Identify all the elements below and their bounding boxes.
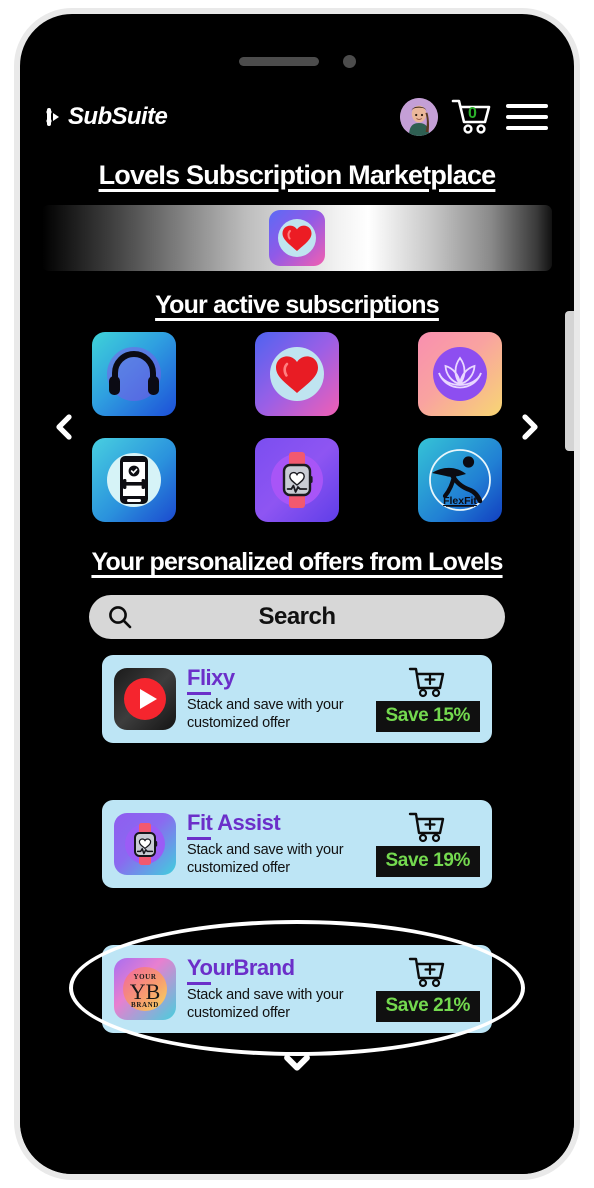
heart-icon [270,347,324,401]
subscription-tile-loveis[interactable] [255,332,339,416]
offer-description: Stack and save with your customized offe… [187,841,344,876]
brand-logo[interactable]: SubSuite [46,103,168,131]
offer-card-fit-assist[interactable]: Fit Assist Stack and save with your cust… [102,800,492,888]
phone-notch [20,50,574,72]
subscription-tile-flexfit[interactable]: FlexFit [418,438,502,522]
flexfit-wordmark: FlexFit [443,495,477,507]
offer-card-yourbrand[interactable]: YOUR YB BRAND YourBrand Stack and save w… [69,920,525,1056]
subscription-tile-music[interactable] [92,332,176,416]
offer-description: Stack and save with your customized offe… [187,696,344,731]
offers-list: Flixy Stack and save with your customize… [42,655,552,1056]
offer-text-yourbrand: YourBrand Stack and save with your custo… [187,956,365,1022]
heart-app-icon [278,219,316,257]
offer-text-fit-assist: Fit Assist Stack and save with your cust… [187,811,365,877]
section-title-active-subscriptions: Your active subscriptions [155,291,440,319]
subscription-tile-smartwatch[interactable] [255,438,339,522]
chevron-down-icon [284,1054,310,1071]
search-input[interactable]: Search [89,595,505,639]
avatar[interactable] [400,98,438,136]
phone-dumbbell-icon [107,453,161,507]
offer-title: YourBrand [187,954,295,980]
chevron-left-icon [56,414,72,440]
save-badge: Save 21% [375,991,480,1022]
offer-icon-yourbrand: YOUR YB BRAND [114,958,176,1020]
hamburger-menu-icon[interactable] [506,104,548,130]
smartwatch-heart-icon [271,452,323,508]
title-underline [187,691,211,695]
offer-text-flixy: Flixy Stack and save with your customize… [187,666,365,732]
subsuite-logo-icon [46,108,59,126]
title-underline [187,836,211,840]
offer-actions-flixy: Save 15% [375,666,480,732]
add-to-cart-icon[interactable] [407,666,449,698]
offer-icon-fit-assist [114,813,176,875]
save-badge: Save 15% [375,701,480,732]
show-more-button[interactable] [42,1045,552,1079]
offer-card-flixy[interactable]: Flixy Stack and save with your customize… [102,655,492,743]
yb-bottom-text: BRAND [131,1001,159,1009]
menu-line [506,115,548,119]
search-placeholder: Search [258,603,336,630]
page-title: LoveIs Subscription Marketplace [98,160,497,190]
subscription-tile-zen[interactable] [418,332,502,416]
smartwatch-heart-icon [125,823,165,865]
chevron-right-icon [522,414,538,440]
subscriptions-carousel: FlexFit [42,332,552,522]
play-button-icon [124,678,166,720]
add-to-cart-icon[interactable] [407,811,449,843]
brand-name: SubSuite [68,103,168,130]
offer-actions-yourbrand: Save 21% [375,956,480,1022]
subscription-apps-grid: FlexFit [86,332,508,522]
cart-count-badge: 0 [468,105,477,122]
front-camera [342,54,356,68]
phone-side-button[interactable] [565,311,574,451]
banner-heart-app-icon [269,210,325,266]
offer-description: Stack and save with your customized offe… [187,986,344,1021]
screenshot-root: SubSuite 0 LoveIs Subscription Marketpla… [0,0,594,1188]
header-actions: 0 [400,97,548,137]
menu-line [506,126,548,130]
subscription-tile-gym[interactable] [92,438,176,522]
runner-icon: FlexFit [429,449,491,511]
offer-title: Flixy [187,664,235,690]
carousel-next-button[interactable] [508,412,552,442]
promo-banner[interactable] [42,205,552,271]
add-to-cart-icon[interactable] [407,956,449,988]
title-underline [187,981,211,985]
cart-button[interactable]: 0 [451,97,493,137]
headphones-icon [107,347,161,401]
offer-actions-fit-assist: Save 19% [375,811,480,877]
yb-monogram-icon: YOUR YB BRAND [123,967,167,1011]
section-title-personalized-offers: Your personalized offers from LoveIs [91,548,503,576]
phone-frame: SubSuite 0 LoveIs Subscription Marketpla… [14,8,580,1180]
menu-line [506,104,548,108]
app-header: SubSuite 0 [42,86,552,148]
offer-title: Fit Assist [187,809,281,835]
offer-icon-flixy [114,668,176,730]
carousel-prev-button[interactable] [42,412,86,442]
earpiece-speaker [238,56,319,66]
app-screen: SubSuite 0 LoveIs Subscription Marketpla… [20,86,574,1174]
lotus-icon [433,347,487,401]
save-badge: Save 19% [375,846,480,877]
